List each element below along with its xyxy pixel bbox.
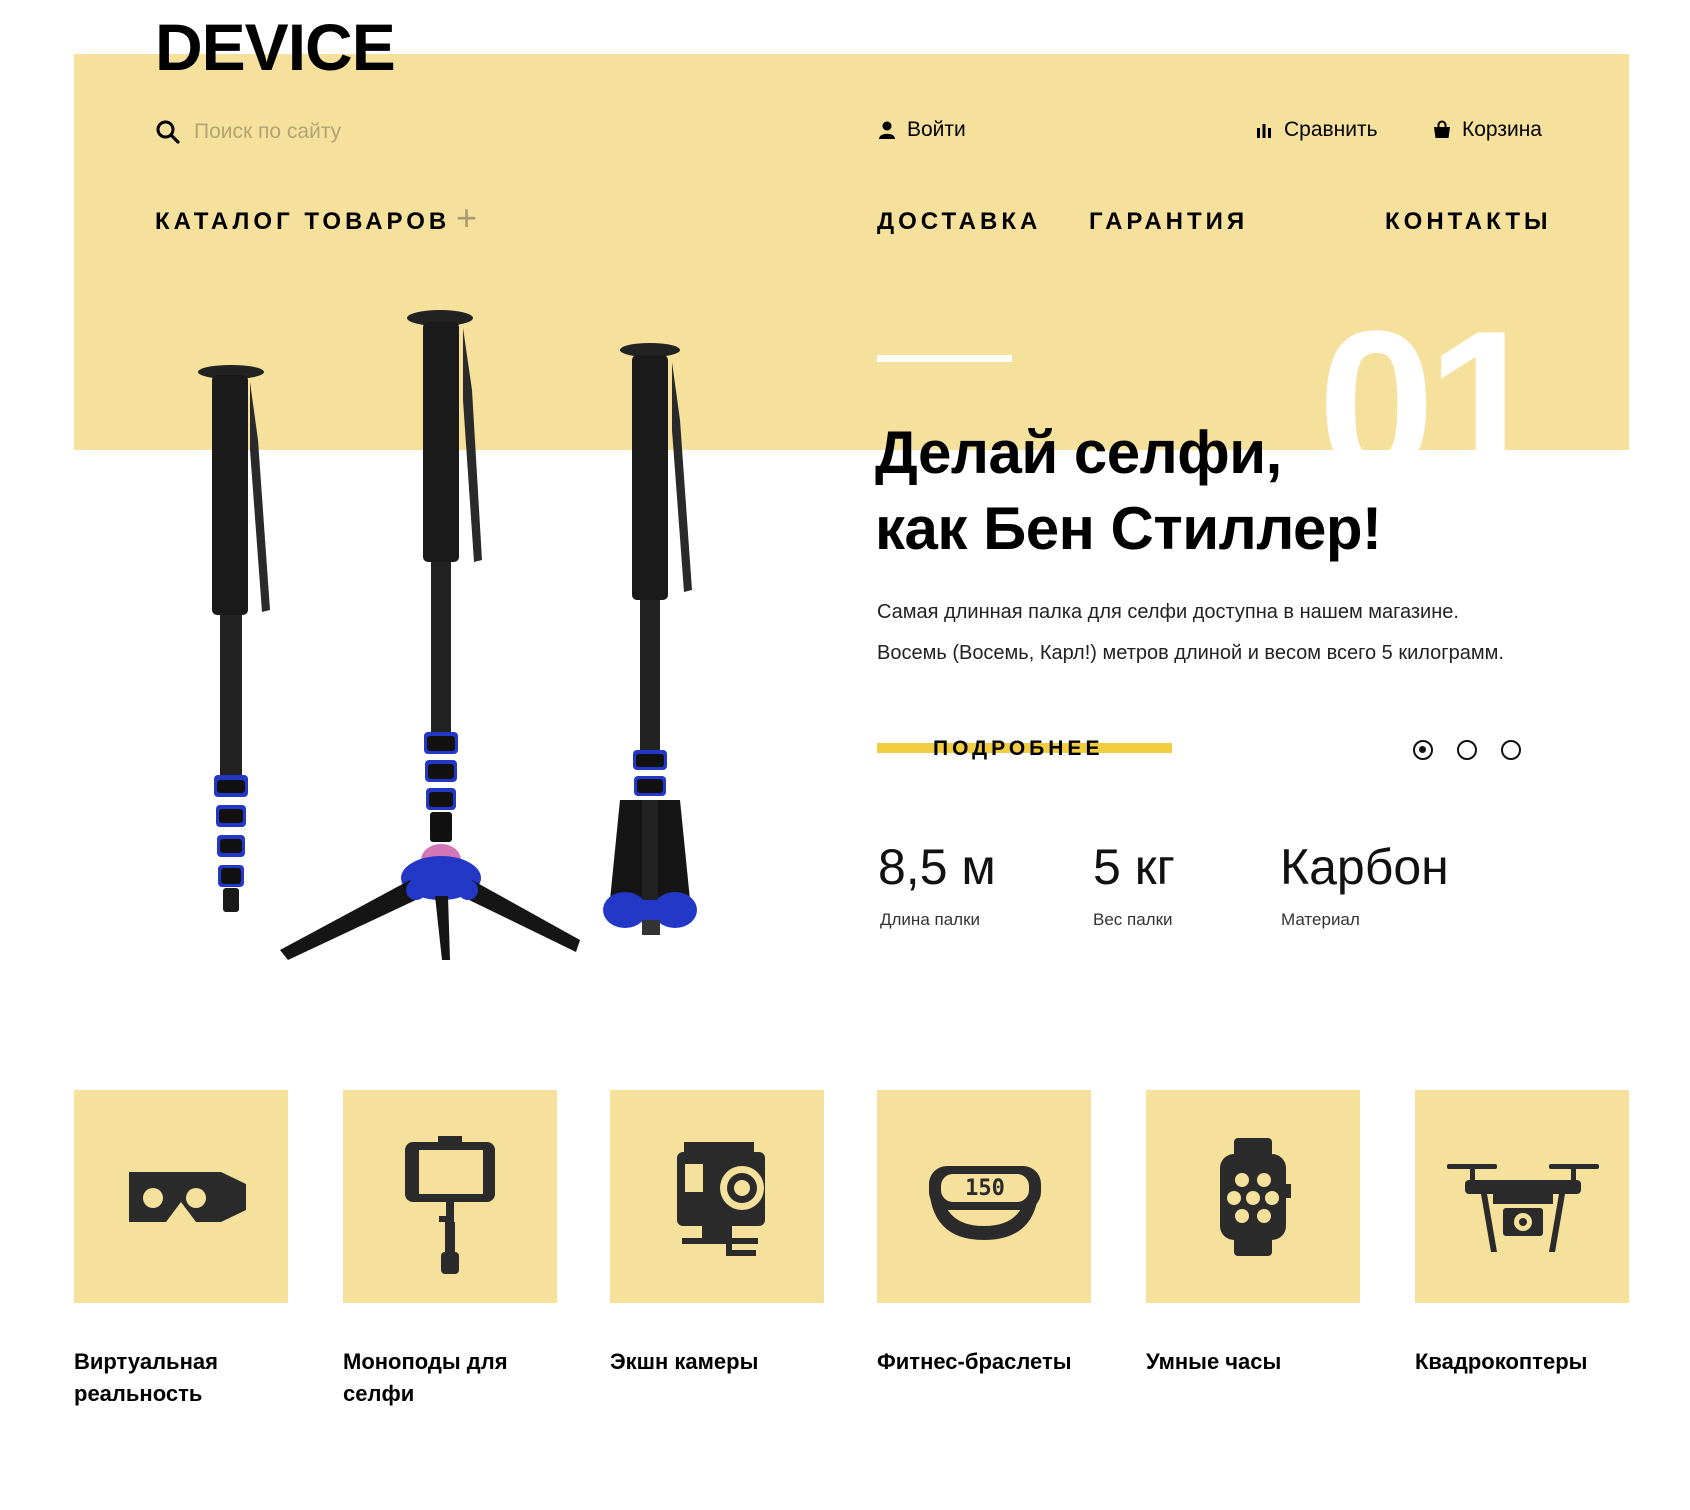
category-label-vr[interactable]: Виртуальная реальность bbox=[74, 1346, 304, 1410]
stat-material-value: Карбон bbox=[1280, 839, 1449, 895]
monopod-center bbox=[280, 310, 580, 960]
compare-bars-icon bbox=[1257, 124, 1271, 138]
hero-title-line1: Делай селфи, bbox=[875, 419, 1282, 486]
smartwatch-icon bbox=[1220, 1137, 1291, 1256]
plus-icon[interactable]: + bbox=[456, 200, 477, 236]
stat-material-label: Материал bbox=[1281, 910, 1360, 929]
stat-length-label: Длина палки bbox=[880, 910, 981, 929]
monopod-right bbox=[603, 343, 697, 935]
login-label: Войти bbox=[907, 118, 966, 141]
category-tile-vr[interactable] bbox=[74, 1090, 288, 1303]
fitness-band-icon: 150 bbox=[929, 1165, 1041, 1240]
site-logo[interactable]: DEVICE bbox=[155, 14, 396, 80]
shopping-bag-icon bbox=[1434, 120, 1450, 138]
login-link[interactable]: Войти bbox=[877, 118, 966, 142]
category-tile-action-cams[interactable] bbox=[610, 1090, 824, 1303]
slider-dot-3[interactable] bbox=[1501, 740, 1521, 760]
hero-text-line1: Самая длинная палка для селфи доступна в… bbox=[877, 601, 1459, 623]
nav-warranty[interactable]: ГАРАНТИЯ bbox=[1089, 208, 1248, 236]
category-label-fitness[interactable]: Фитнес-браслеты bbox=[877, 1346, 1107, 1378]
slider-dot-1[interactable] bbox=[1413, 740, 1433, 760]
cart-label: Корзина bbox=[1462, 118, 1542, 141]
hero-accent-line bbox=[877, 355, 1012, 362]
cart-link[interactable]: Корзина bbox=[1432, 118, 1542, 142]
stat-weight-label: Вес палки bbox=[1093, 910, 1173, 929]
search-icon[interactable] bbox=[155, 119, 181, 145]
nav-delivery[interactable]: ДОСТАВКА bbox=[877, 208, 1041, 236]
monopod-left bbox=[198, 365, 270, 912]
hero-title-line2: как Бен Стиллер! bbox=[875, 495, 1382, 562]
category-label-monopods[interactable]: Моноподы для селфи bbox=[343, 1346, 573, 1410]
hero-title: Делай селфи, как Бен Стиллер! bbox=[875, 415, 1382, 567]
category-tile-fitness[interactable]: 150 bbox=[877, 1090, 1091, 1303]
compare-link[interactable]: Сравнить bbox=[1254, 118, 1378, 142]
drone-icon bbox=[1447, 1163, 1599, 1252]
action-camera-icon bbox=[677, 1141, 765, 1256]
slider-dot-2[interactable] bbox=[1457, 740, 1477, 760]
nav-catalog[interactable]: КАТАЛОГ ТОВАРОВ bbox=[155, 208, 450, 236]
category-label-drones[interactable]: Квадрокоптеры bbox=[1415, 1346, 1645, 1378]
category-tile-smartwatch[interactable] bbox=[1146, 1090, 1360, 1303]
stat-length-value: 8,5 м bbox=[878, 839, 996, 895]
search-input[interactable] bbox=[194, 116, 494, 148]
user-icon bbox=[879, 121, 895, 139]
selfie-stick-icon bbox=[405, 1135, 495, 1274]
hero-text-line2: Восемь (Восемь, Карл!) метров длиной и в… bbox=[877, 642, 1504, 664]
category-label-action-cams[interactable]: Экшн камеры bbox=[610, 1346, 840, 1378]
band-display-text: 150 bbox=[965, 1176, 1005, 1201]
category-tile-drones[interactable] bbox=[1415, 1090, 1629, 1303]
more-button[interactable]: ПОДРОБНЕЕ bbox=[933, 737, 1103, 761]
vr-headset-icon bbox=[129, 1171, 246, 1222]
monopod-product-image bbox=[198, 310, 697, 960]
category-tile-monopods[interactable] bbox=[343, 1090, 557, 1303]
stat-weight-value: 5 кг bbox=[1093, 839, 1175, 895]
category-label-smartwatch[interactable]: Умные часы bbox=[1146, 1346, 1376, 1378]
hero-description: Самая длинная палка для селфи доступна в… bbox=[877, 592, 1504, 674]
compare-label: Сравнить bbox=[1284, 118, 1378, 141]
nav-contacts[interactable]: КОНТАКТЫ bbox=[1385, 208, 1552, 236]
